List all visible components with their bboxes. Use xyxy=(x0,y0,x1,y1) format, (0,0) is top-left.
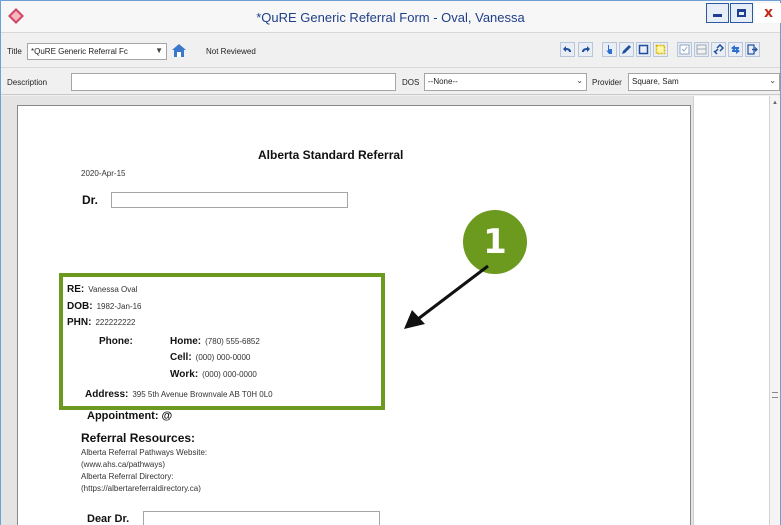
appointment-label: Appointment: xyxy=(87,410,159,422)
pointer-icon xyxy=(606,45,612,54)
referral-form-window: *QuRE Generic Referral Form - Oval, Vane… xyxy=(0,0,781,525)
pen-button[interactable] xyxy=(619,42,634,57)
home-icon[interactable] xyxy=(171,43,187,58)
description-label: Description xyxy=(7,78,48,87)
undo-button[interactable] xyxy=(560,42,575,57)
resource-line: Alberta Referral Directory: xyxy=(81,472,174,481)
minimize-button[interactable] xyxy=(706,3,729,23)
referral-date: 2020-Apr-15 xyxy=(81,169,126,178)
chevron-down-icon: ⌄ xyxy=(769,76,776,85)
provider-label: Provider xyxy=(592,78,622,87)
pointer-button[interactable] xyxy=(602,42,617,57)
dr-name-input[interactable] xyxy=(111,192,348,208)
scroll-up-icon[interactable]: ▲ xyxy=(772,100,778,106)
fields-bar: Description DOS --None-- ⌄ Provider Squa… xyxy=(1,69,780,95)
dear-dr-label: Dear Dr. xyxy=(87,513,130,525)
chevron-down-icon: ⌄ xyxy=(576,76,583,85)
content-area: Alberta Standard Referral 2020-Apr-15 Dr… xyxy=(1,96,780,525)
description-input[interactable] xyxy=(71,73,396,91)
redo-button[interactable] xyxy=(578,42,593,57)
rectangle-icon xyxy=(638,44,649,55)
referral-document: Alberta Standard Referral 2020-Apr-15 Dr… xyxy=(17,105,691,525)
highlight-button[interactable] xyxy=(653,42,668,57)
dos-select-value: --None-- xyxy=(428,77,458,86)
resource-line: (https://albertareferraldirectory.ca) xyxy=(81,484,201,493)
dos-label: DOS xyxy=(402,78,420,87)
appointment-value: @ xyxy=(161,410,173,422)
checkbox-button[interactable] xyxy=(677,42,692,57)
resource-line: Alberta Referral Pathways Website: xyxy=(81,448,208,457)
title-select[interactable]: *QuRE Generic Referral Fc ▼ xyxy=(27,43,167,60)
window-title: *QuRE Generic Referral Form - Oval, Vane… xyxy=(256,10,525,25)
title-label: Title xyxy=(7,47,22,56)
link-button[interactable] xyxy=(711,42,726,57)
side-panel xyxy=(693,96,769,525)
review-status: Not Reviewed xyxy=(206,47,256,56)
chevron-down-icon: ▼ xyxy=(155,46,163,55)
share-icon xyxy=(731,45,740,54)
highlight-icon xyxy=(655,44,666,55)
redo-icon xyxy=(582,46,590,52)
document-heading: Alberta Standard Referral xyxy=(258,148,404,162)
rectangle-button[interactable] xyxy=(636,42,651,57)
provider-select[interactable]: Square, Sam ⌄ xyxy=(628,73,780,91)
exit-icon xyxy=(747,44,758,55)
callout-arrow-icon xyxy=(404,264,489,329)
vertical-scrollbar[interactable]: ▲ xyxy=(769,96,780,525)
dr-label: Dr. xyxy=(82,193,99,207)
title-select-value: *QuRE Generic Referral Fc xyxy=(31,47,128,56)
exit-button[interactable] xyxy=(745,42,760,57)
toolbar: Title *QuRE Generic Referral Fc ▼ Not Re… xyxy=(1,34,780,68)
close-button[interactable]: x xyxy=(755,3,781,23)
provider-select-value: Square, Sam xyxy=(632,77,679,86)
patient-info-highlight xyxy=(59,273,385,410)
share-button[interactable] xyxy=(728,42,743,57)
appointment-line: Appointment: @ xyxy=(87,410,172,422)
undo-icon xyxy=(563,46,571,52)
checkbox-icon xyxy=(679,44,690,55)
table-icon xyxy=(696,44,707,55)
resources-heading: Referral Resources: xyxy=(81,431,196,445)
link-icon xyxy=(713,44,724,55)
pen-icon xyxy=(622,45,631,54)
scroll-grip-icon[interactable] xyxy=(772,392,778,398)
dos-select[interactable]: --None-- ⌄ xyxy=(424,73,587,91)
dear-dr-input[interactable] xyxy=(143,511,380,525)
maximize-button[interactable] xyxy=(730,3,753,23)
table-button[interactable] xyxy=(694,42,709,57)
resource-line: (www.ahs.ca/pathways) xyxy=(81,460,166,469)
title-bar: *QuRE Generic Referral Form - Oval, Vane… xyxy=(1,1,781,33)
